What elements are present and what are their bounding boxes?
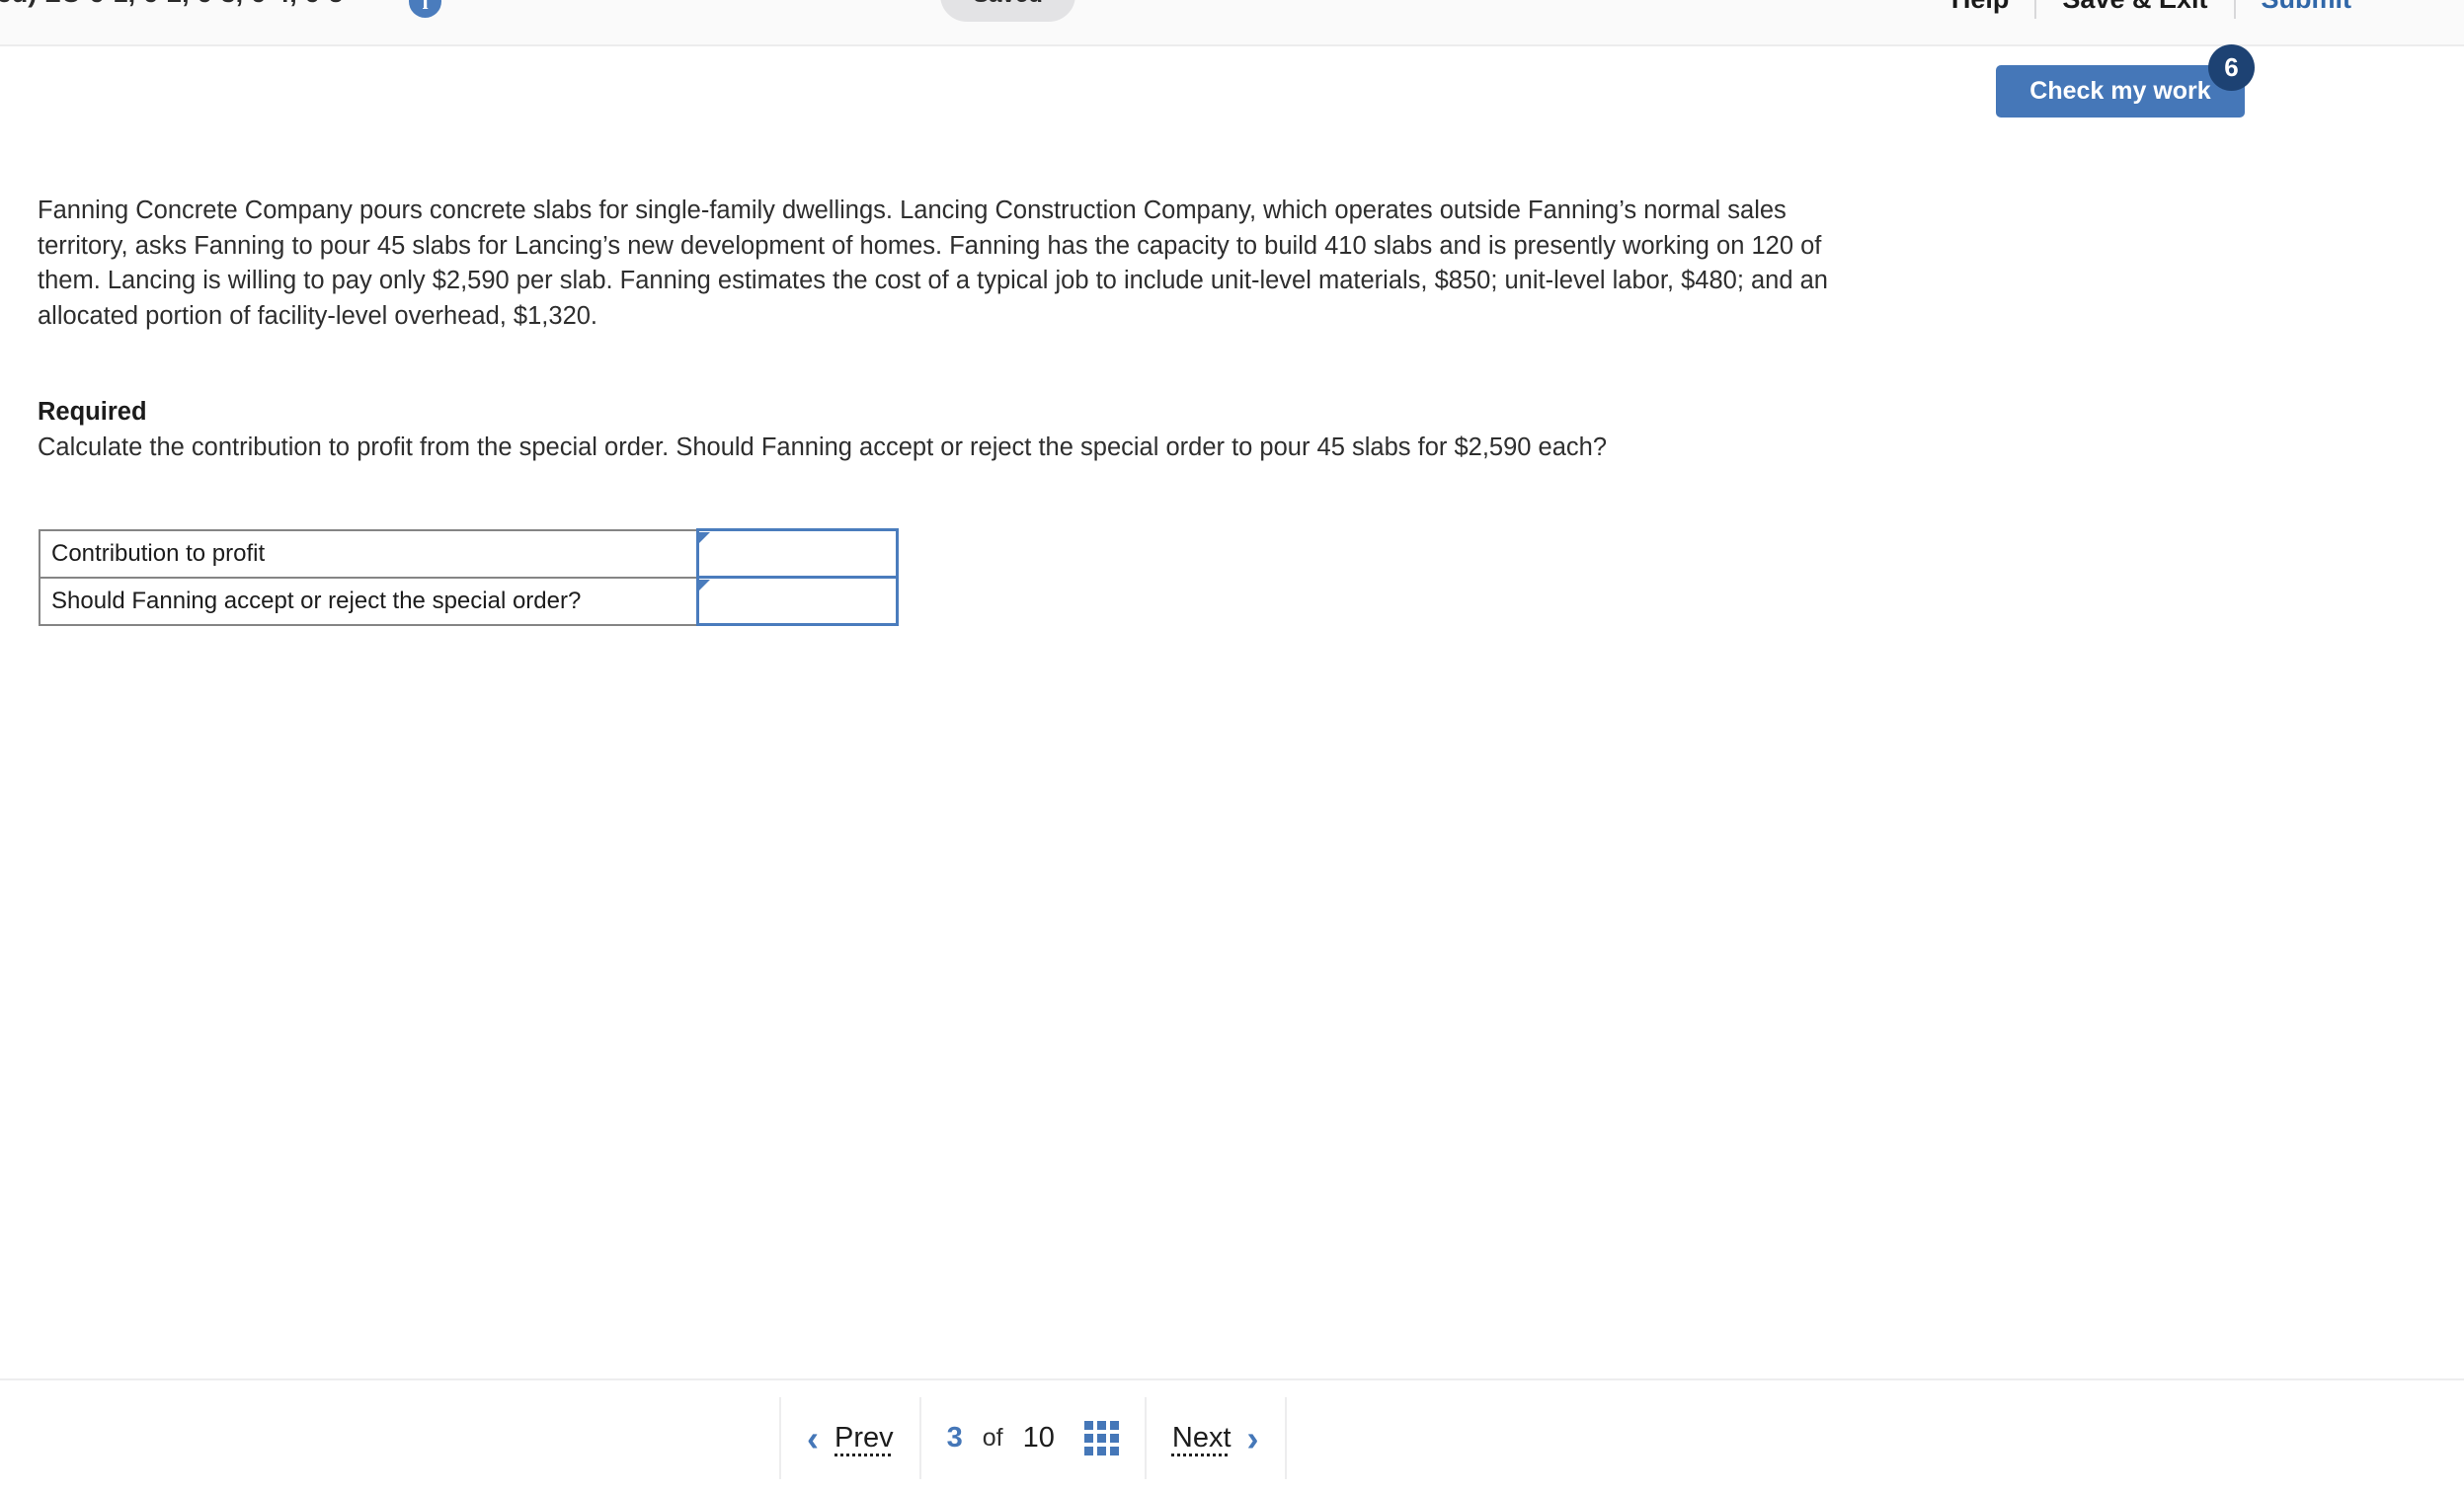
table-row: Should Fanning accept or reject the spec… xyxy=(39,576,899,626)
chevron-right-icon: › xyxy=(1246,1417,1259,1458)
footer-navigation-bar: ‹ Prev 3 of 10 Next › xyxy=(0,1378,2464,1494)
next-label: Next xyxy=(1171,1422,1232,1454)
problem-statement: Fanning Concrete Company pours concrete … xyxy=(38,197,1828,330)
grid-view-icon[interactable] xyxy=(1083,1421,1119,1455)
submit-button[interactable]: Submit xyxy=(2236,0,2378,19)
header-actions: Help Save & Exit Submit xyxy=(1926,0,2377,19)
check-my-work-count-badge: 6 xyxy=(2208,44,2255,91)
check-my-work-group: Check my work 6 xyxy=(1996,44,2292,118)
answer-table: Contribution to profit Should Fanning ac… xyxy=(39,528,899,626)
check-my-work-button[interactable]: Check my work xyxy=(1996,65,2245,118)
question-page: ged) LO 6-1, 6-2, 6-3, 6-4, 6-5 i Saved … xyxy=(0,0,2464,1494)
save-and-exit-button[interactable]: Save & Exit xyxy=(2036,0,2233,19)
table-row: Contribution to profit xyxy=(39,528,899,579)
contribution-to-profit-input[interactable] xyxy=(698,531,896,576)
prev-question-button[interactable]: ‹ Prev xyxy=(779,1397,921,1479)
info-icon[interactable]: i xyxy=(409,0,441,18)
answer-row-label: Should Fanning accept or reject the spec… xyxy=(39,576,698,626)
help-button[interactable]: Help xyxy=(1926,0,2035,19)
required-section: Required Calculate the contribution to p… xyxy=(38,395,1914,465)
question-header-bar: ged) LO 6-1, 6-2, 6-3, 6-4, 6-5 i Saved … xyxy=(0,0,2464,46)
current-page-number: 3 xyxy=(946,1422,963,1454)
next-question-button[interactable]: Next › xyxy=(1147,1397,1287,1479)
total-page-number: 10 xyxy=(1022,1422,1055,1454)
answer-input-cell[interactable] xyxy=(695,528,899,579)
answer-input-cell[interactable] xyxy=(695,576,899,626)
chevron-left-icon: ‹ xyxy=(807,1417,819,1458)
required-heading: Required xyxy=(38,398,147,426)
question-title: ged) LO 6-1, 6-2, 6-3, 6-4, 6-5 xyxy=(0,0,344,9)
required-instructions: Calculate the contribution to profit fro… xyxy=(38,432,1608,461)
accept-or-reject-input[interactable] xyxy=(698,579,896,623)
question-content: Fanning Concrete Company pours concrete … xyxy=(38,194,1914,465)
saved-status-pill: Saved xyxy=(940,0,1075,22)
page-indicator: 3 of 10 xyxy=(921,1397,1147,1479)
dropdown-triangle-icon xyxy=(698,580,710,590)
prev-label: Prev xyxy=(835,1422,894,1454)
dropdown-triangle-icon xyxy=(698,532,710,543)
page-of-label: of xyxy=(982,1424,1003,1452)
answer-row-label: Contribution to profit xyxy=(39,528,698,579)
pager: ‹ Prev 3 of 10 Next › xyxy=(779,1397,1287,1479)
